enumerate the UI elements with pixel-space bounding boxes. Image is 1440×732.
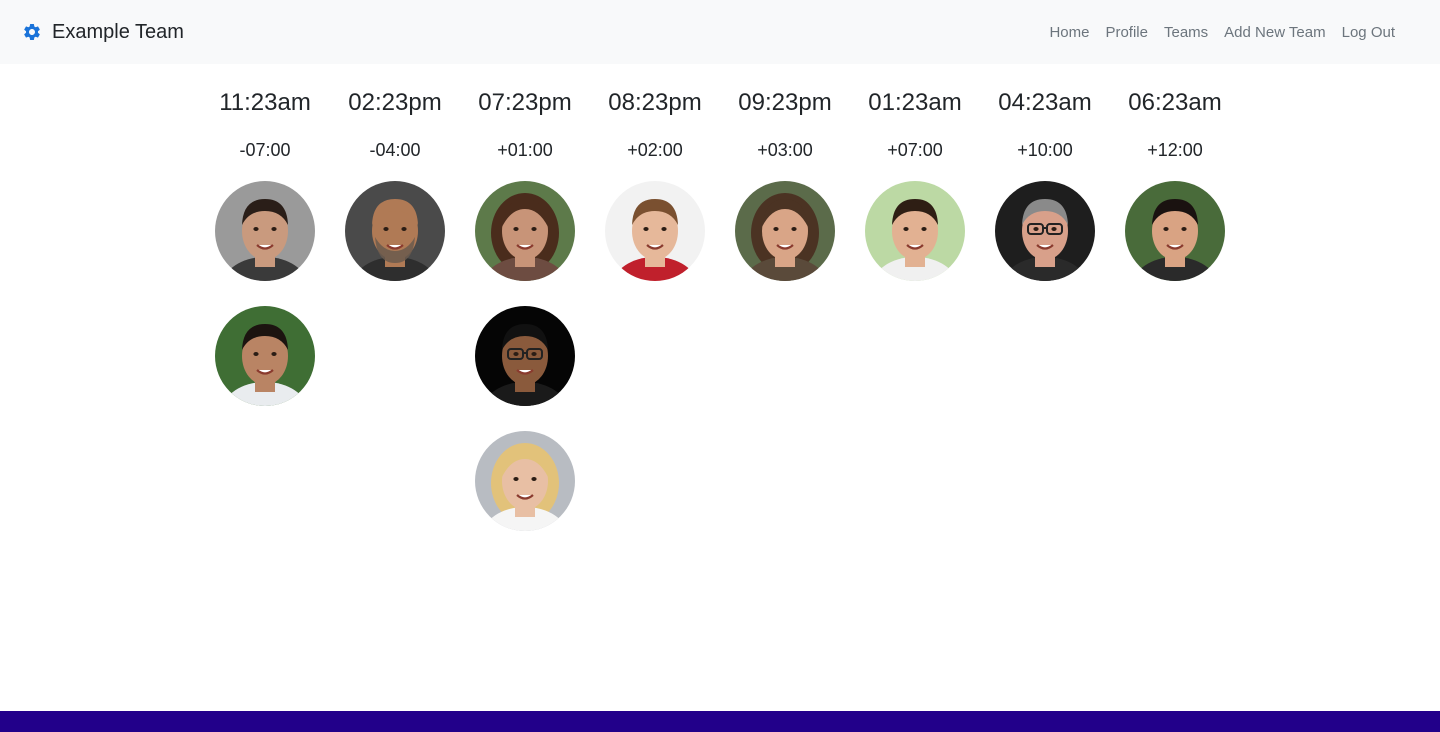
utc-offset: +10:00 xyxy=(1017,140,1073,160)
gear-icon xyxy=(24,23,40,40)
avatar-photo xyxy=(345,181,445,281)
local-time: 04:23am xyxy=(998,89,1092,116)
timezone-column: 08:23pm +02:00 xyxy=(590,86,720,556)
member-avatar-list xyxy=(1125,181,1225,306)
utc-offset: +03:00 xyxy=(757,140,813,160)
utc-offset: +07:00 xyxy=(887,140,943,160)
timezone-column: 11:23am -07:00 xyxy=(200,86,330,556)
member-avatar-list xyxy=(735,181,835,306)
member-avatar[interactable] xyxy=(475,431,575,531)
timezone-column: 06:23am +12:00 xyxy=(1110,86,1240,556)
member-avatar[interactable] xyxy=(215,181,315,281)
member-avatar[interactable] xyxy=(865,181,965,281)
avatar-photo xyxy=(475,181,575,281)
avatar-photo xyxy=(475,306,575,406)
utc-offset: +01:00 xyxy=(497,140,553,160)
timezone-column: 01:23am +07:00 xyxy=(850,86,980,556)
member-avatar[interactable] xyxy=(605,181,705,281)
local-time: 02:23pm xyxy=(348,89,442,116)
utc-offset: +02:00 xyxy=(627,140,683,160)
avatar-photo xyxy=(475,431,575,531)
member-avatar[interactable] xyxy=(735,181,835,281)
avatar-photo xyxy=(865,181,965,281)
nav-home-link[interactable]: Home xyxy=(1049,24,1089,41)
avatar-photo xyxy=(735,181,835,281)
local-time: 07:23pm xyxy=(478,89,572,116)
member-avatar-list xyxy=(995,181,1095,306)
member-avatar-list xyxy=(605,181,705,306)
member-avatar-list xyxy=(345,181,445,306)
member-avatar-list xyxy=(475,181,575,556)
member-avatar[interactable] xyxy=(345,181,445,281)
avatar-photo xyxy=(605,181,705,281)
brand-title: Example Team xyxy=(52,20,184,43)
local-time: 11:23am xyxy=(219,89,311,116)
timezone-columns: 11:23am -07:00 02:23pm -04:00 07:23pm +01:00 0… xyxy=(200,86,1240,556)
timezone-column: 09:23pm +03:00 xyxy=(720,86,850,556)
member-avatar-list xyxy=(215,181,315,431)
nav-log-out-link[interactable]: Log Out xyxy=(1342,24,1395,41)
timezone-column: 02:23pm -04:00 xyxy=(330,86,460,556)
nav-add-new-team-link[interactable]: Add New Team xyxy=(1224,24,1325,41)
member-avatar[interactable] xyxy=(995,181,1095,281)
utc-offset: -07:00 xyxy=(239,140,291,160)
nav-links: Home Profile Teams Add New Team Log Out xyxy=(1033,0,1395,64)
footer-bar xyxy=(0,711,1440,732)
nav-profile-link[interactable]: Profile xyxy=(1105,24,1148,41)
member-avatar[interactable] xyxy=(475,306,575,406)
member-avatar[interactable] xyxy=(1125,181,1225,281)
nav-teams-link[interactable]: Teams xyxy=(1164,24,1208,41)
navbar: Example Team Home Profile Teams Add New … xyxy=(0,0,1440,64)
timezone-column: 04:23am +10:00 xyxy=(980,86,1110,556)
avatar-photo xyxy=(1125,181,1225,281)
utc-offset: -04:00 xyxy=(369,140,421,160)
avatar-photo xyxy=(215,181,315,281)
member-avatar[interactable] xyxy=(215,306,315,406)
local-time: 01:23am xyxy=(868,89,962,116)
avatar-photo xyxy=(215,306,315,406)
avatar-photo xyxy=(995,181,1095,281)
member-avatar[interactable] xyxy=(475,181,575,281)
local-time: 09:23pm xyxy=(738,89,832,116)
local-time: 08:23pm xyxy=(608,89,702,116)
local-time: 06:23am xyxy=(1128,89,1222,116)
member-avatar-list xyxy=(865,181,965,306)
utc-offset: +12:00 xyxy=(1147,140,1203,160)
timezone-column: 07:23pm +01:00 xyxy=(460,86,590,556)
brand-link[interactable]: Example Team xyxy=(22,21,184,44)
